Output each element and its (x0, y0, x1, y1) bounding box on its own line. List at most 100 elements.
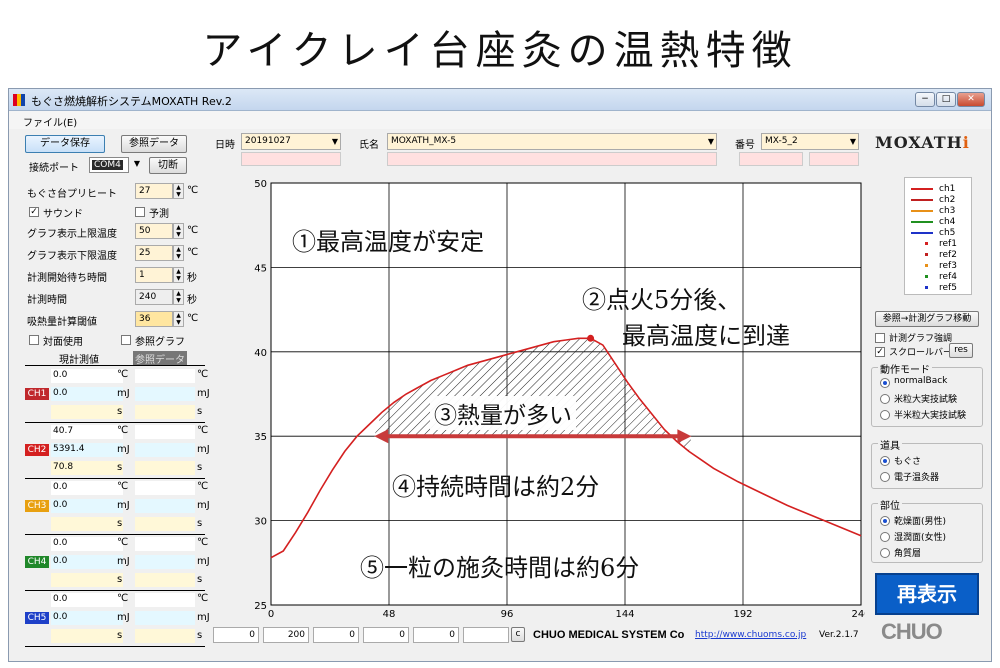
predict-checkbox[interactable] (135, 207, 145, 217)
channel-badge: CH2 (25, 444, 49, 456)
unit-s: s (117, 574, 123, 585)
emphasize-checkbox[interactable] (875, 333, 885, 343)
legend-label-ref5: ref5 (939, 283, 957, 293)
unit-s: s (197, 630, 203, 641)
unit-mj: mJ (117, 612, 130, 623)
channel-temp: 0.0 (51, 369, 123, 383)
threshold-spinner[interactable]: ▲ ▼ (173, 311, 184, 327)
wait-label: 計測開始待ち時間 (27, 273, 107, 284)
maximize-button[interactable]: □ (936, 92, 956, 107)
minimize-button[interactable]: − (915, 92, 935, 107)
company-url-link[interactable]: http://www.chuoms.co.jp (695, 630, 806, 640)
c-button[interactable]: c (511, 627, 525, 642)
move-to-measure-button[interactable]: 参照→計測グラフ移動 (875, 311, 979, 327)
sound-checkbox[interactable]: ✓ (29, 207, 39, 217)
footer-field-4[interactable]: 0 (413, 627, 459, 643)
preheat-input[interactable]: 27 (135, 183, 173, 199)
number-sub-field-1[interactable] (739, 152, 803, 166)
footer-field-0[interactable]: 0 (213, 627, 259, 643)
name-sub-field[interactable] (387, 152, 717, 166)
annotation-4: ④持続時間は約2分 (392, 473, 600, 501)
graph-upper-spinner[interactable]: ▲ ▼ (173, 223, 184, 239)
port-value: COM4 (92, 160, 123, 170)
channel-ref-temp (135, 425, 195, 439)
port-select[interactable]: COM4 ▼ (89, 157, 140, 173)
graph-lower-input[interactable]: 25 (135, 245, 173, 261)
date-sub-field[interactable] (241, 152, 341, 166)
x-tick-label: 144 (615, 609, 634, 620)
channel-time (51, 405, 123, 419)
res-button[interactable]: res (949, 343, 973, 358)
unit-s: s (197, 518, 203, 529)
preheat-spinner[interactable]: ▲ ▼ (173, 183, 184, 199)
mode-radio-2[interactable] (880, 410, 890, 420)
name-select[interactable]: MOXATH_MX-5 ▼ (387, 133, 717, 150)
legend-label-ch2: ch2 (939, 195, 956, 205)
number-select[interactable]: MX-5_2 ▼ (761, 133, 859, 150)
disconnect-button[interactable]: 切断 (149, 157, 187, 174)
channel-ref-heat (135, 611, 195, 625)
app-icon (13, 94, 25, 106)
mode-radio-1[interactable] (880, 394, 890, 404)
menu-file[interactable]: ファイル(E) (23, 114, 77, 129)
number-label: 番号 (735, 140, 755, 151)
channel-row-ch3: 0.0 ℃ ℃ CH3 0.0 mJ mJ s s (25, 481, 210, 537)
unit-mj: mJ (197, 612, 210, 623)
moxath-logo-mark: i (962, 133, 970, 152)
wait-spinner[interactable]: ▲ ▼ (173, 267, 184, 283)
refgraph-checkbox[interactable] (121, 335, 131, 345)
tool-radio-0[interactable] (880, 456, 890, 466)
duration-spinner[interactable]: ▲ ▼ (173, 289, 184, 305)
channel-row-ch1: 0.0 ℃ ℃ CH1 0.0 mJ mJ s s (25, 369, 210, 425)
channel-ref-time (135, 629, 195, 643)
tool-radio-1[interactable] (880, 472, 890, 482)
site-radio-0[interactable] (880, 516, 890, 526)
number-sub-field-2[interactable] (809, 152, 859, 166)
footer-field-2[interactable]: 0 (313, 627, 359, 643)
current-label: 現計測値 (59, 355, 99, 366)
channel-badge: CH1 (25, 388, 49, 400)
name-value: MOXATH_MX-5 (391, 136, 457, 146)
wait-input[interactable]: 1 (135, 267, 173, 283)
channel-heat: 5391.4 (51, 443, 123, 457)
unit-mj: mJ (197, 388, 210, 399)
preheat-label: もぐさ台プリヒート (27, 189, 117, 200)
emphasize-label: 計測グラフ強調 (889, 334, 953, 344)
channel-row-ch5: 0.0 ℃ ℃ CH5 0.0 mJ mJ s s (25, 593, 210, 649)
channel-ref-temp (135, 369, 195, 383)
site-radio-2[interactable] (880, 548, 890, 558)
footer-field-1[interactable]: 200 (263, 627, 309, 643)
channel-ref-heat (135, 387, 195, 401)
footer-field-3[interactable]: 0 (363, 627, 409, 643)
legend-swatch-ref5 (925, 286, 928, 289)
save-data-button[interactable]: データ保存 (25, 135, 105, 153)
annotation-5: ⑤一粒の施灸時間は約6分 (360, 554, 640, 582)
close-button[interactable]: ✕ (957, 92, 985, 107)
legend-label-ch4: ch4 (939, 217, 956, 227)
unit-celsius: ℃ (187, 225, 199, 236)
chevron-down-icon: ▼ (849, 137, 856, 146)
slide-title: アイクレイ台座灸の温熱特徴 (202, 28, 798, 74)
unit-celsius: ℃ (197, 481, 209, 492)
threshold-input[interactable]: 36 (135, 311, 173, 327)
redisplay-button[interactable]: 再表示 (875, 573, 979, 615)
y-tick-label: 35 (254, 432, 267, 443)
unit-s: s (197, 574, 203, 585)
channel-time (51, 517, 123, 531)
mode-radio-0[interactable] (880, 378, 890, 388)
date-select[interactable]: 20191027 ▼ (241, 133, 341, 150)
channel-ref-heat (135, 499, 195, 513)
site-radio-1[interactable] (880, 532, 890, 542)
footer-field-5[interactable] (463, 627, 509, 643)
unit-mj: mJ (117, 556, 130, 567)
graph-upper-input[interactable]: 50 (135, 223, 173, 239)
ref-data-button[interactable]: 参照データ (121, 135, 187, 153)
opposite-checkbox[interactable] (29, 335, 39, 345)
duration-input[interactable]: 240 (135, 289, 173, 305)
scrollbar-checkbox[interactable]: ✓ (875, 347, 885, 357)
unit-celsius: ℃ (117, 593, 129, 604)
channel-heat: 0.0 (51, 611, 123, 625)
version-label: Ver.2.1.7 (819, 630, 859, 640)
name-label: 氏名 (359, 140, 379, 151)
graph-lower-spinner[interactable]: ▲ ▼ (173, 245, 184, 261)
